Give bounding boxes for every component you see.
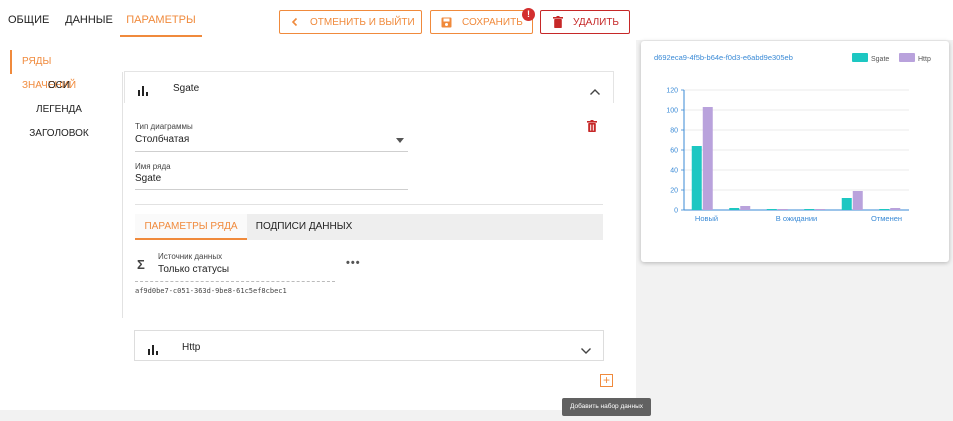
add-dataset-button[interactable]: +	[600, 374, 613, 387]
y-tick-label: 120	[666, 88, 678, 95]
series-subtabs: ПАРАМЕТРЫ РЯДА ПОДПИСИ ДАННЫХ	[135, 214, 603, 240]
bar-sgate	[841, 198, 852, 210]
x-tick-label: Новый	[695, 214, 718, 223]
add-dataset-tooltip: Добавить набор данных	[562, 398, 651, 416]
tab-general[interactable]: ОБЩИЕ	[8, 0, 49, 37]
sigma-icon: Σ	[137, 257, 145, 272]
sidebar-item-axes[interactable]: ОСИ	[10, 80, 108, 91]
save-warning-badge: !	[522, 8, 535, 21]
top-bar: ОБЩИЕ ДАННЫЕ ПАРАМЕТРЫ ОТМЕНИТЬ И ВЫЙТИ …	[0, 0, 953, 40]
delete-button[interactable]: УДАЛИТЬ	[540, 10, 630, 34]
legend-label-http: Http	[918, 56, 931, 63]
section-divider	[135, 204, 603, 205]
chart-type-underline	[135, 151, 408, 152]
bar-sgate	[729, 208, 740, 210]
chevron-up-icon[interactable]	[589, 83, 601, 101]
bar-sgate	[691, 146, 702, 210]
y-tick-label: 60	[670, 148, 678, 155]
y-tick-label: 100	[666, 108, 678, 115]
trash-icon	[553, 16, 563, 28]
y-tick-label: 0	[674, 208, 678, 215]
divider	[122, 72, 123, 318]
legend-label-sgate: Sgate	[871, 56, 889, 63]
more-options-icon[interactable]: •••	[346, 257, 361, 269]
bar-http	[777, 209, 788, 210]
chart-preview-card: d692eca9-4f5b-b64e-f0d3-e6abd9e305eb Sgat…	[641, 41, 949, 262]
bar-sgate	[766, 209, 777, 210]
bar-http	[890, 208, 901, 210]
bar-chart-icon	[147, 342, 159, 360]
tab-data[interactable]: ДАННЫЕ	[64, 0, 114, 37]
delete-series-icon[interactable]	[587, 119, 597, 137]
tab-parameters[interactable]: ПАРАМЕТРЫ	[120, 0, 202, 37]
cancel-label: ОТМЕНИТЬ И ВЫЙТИ	[310, 16, 415, 28]
bar-http	[702, 107, 713, 210]
chart-title: d692eca9-4f5b-b64e-f0d3-e6abd9e305eb	[654, 53, 793, 62]
legend-swatch-sgate	[852, 53, 868, 62]
save-button[interactable]: СОХРАНИТЬ	[430, 10, 533, 34]
y-tick-label: 40	[670, 168, 678, 175]
bar-sgate	[804, 209, 815, 210]
series-panel-title: Http	[182, 342, 201, 353]
chart-type-value[interactable]: Столбчатая	[135, 134, 189, 145]
save-icon	[441, 17, 452, 28]
series-name-label: Имя ряда	[135, 162, 171, 171]
sidebar-item-title[interactable]: ЗАГОЛОВОК	[10, 128, 108, 139]
series-panel-title: Sgate	[173, 83, 200, 94]
subtab-series-params[interactable]: ПАРАМЕТРЫ РЯДА	[135, 214, 247, 240]
data-source-value[interactable]: Только статусы	[158, 264, 229, 275]
sidebar-item-series[interactable]: РЯДЫ ЗНАЧЕНИЙ	[10, 50, 108, 91]
chart-type-label: Тип диаграммы	[135, 122, 193, 131]
chevron-left-icon	[290, 17, 300, 27]
series-name-input[interactable]: Sgate	[135, 173, 161, 184]
subtab-data-labels[interactable]: ПОДПИСИ ДАННЫХ	[247, 214, 361, 240]
y-tick-label: 20	[670, 188, 678, 195]
bar-http	[815, 209, 826, 210]
legend-swatch-http	[899, 53, 915, 62]
sidebar-item-legend[interactable]: ЛЕГЕНДА	[10, 104, 108, 115]
data-source-label: Источник данных	[158, 252, 223, 261]
delete-label: УДАЛИТЬ	[573, 16, 619, 28]
chart-svg: d692eca9-4f5b-b64e-f0d3-e6abd9e305eb Sgat…	[654, 53, 931, 223]
series-panel-sgate[interactable]: Sgate	[124, 71, 614, 103]
series-name-underline	[135, 189, 408, 190]
y-tick-label: 80	[670, 128, 678, 135]
dropdown-arrow-icon[interactable]	[396, 130, 404, 148]
bar-http	[740, 206, 751, 210]
series-panel-http[interactable]: Http	[134, 330, 604, 361]
bar-chart-icon	[137, 83, 149, 101]
x-tick-label: Отменен	[871, 214, 902, 223]
data-source-id: af9d0be7-c051-363d-9be8-61c5ef8cbec1	[135, 287, 287, 295]
source-underline	[135, 281, 335, 282]
cancel-and-exit-button[interactable]: ОТМЕНИТЬ И ВЫЙТИ	[279, 10, 422, 34]
save-label: СОХРАНИТЬ	[462, 16, 523, 28]
x-tick-label: В ожидании	[776, 214, 817, 223]
chevron-down-icon[interactable]	[580, 342, 592, 360]
bar-sgate	[879, 209, 890, 210]
bar-http	[852, 191, 863, 210]
